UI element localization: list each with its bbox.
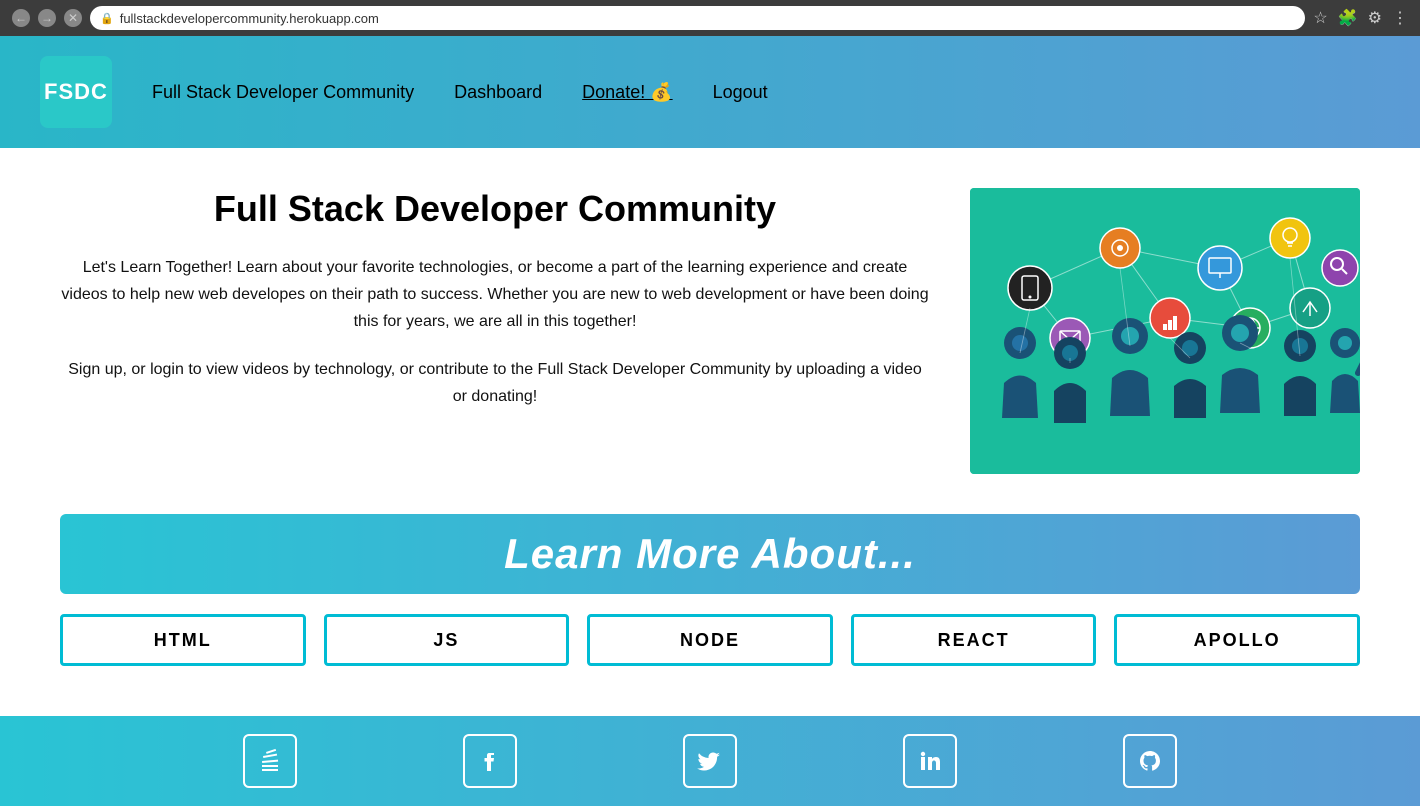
learn-more-text: Learn More About... [504, 530, 916, 578]
linkedin-icon-box[interactable] [903, 734, 957, 788]
star-icon[interactable]: ☆ [1313, 8, 1327, 28]
react-button[interactable]: REACT [851, 614, 1097, 666]
settings-icon[interactable]: ⚙ [1368, 8, 1382, 28]
learn-more-banner: Learn More About... [60, 514, 1360, 594]
content-left: Full Stack Developer Community Let's Lea… [60, 188, 930, 430]
hero-description-2: Sign up, or login to view videos by tech… [60, 356, 930, 410]
logo-text: FSDC [44, 79, 108, 105]
node-button[interactable]: NODE [587, 614, 833, 666]
lock-icon: 🔒 [100, 12, 114, 25]
logo[interactable]: FSDC [40, 56, 112, 128]
back-button[interactable]: ← [12, 9, 30, 27]
footer [0, 716, 1420, 806]
html-button[interactable]: HTML [60, 614, 306, 666]
apollo-button[interactable]: APOLLO [1114, 614, 1360, 666]
menu-icon[interactable]: ⋮ [1392, 8, 1408, 28]
url-text: fullstackdevelopercommunity.herokuapp.co… [120, 11, 379, 26]
stackoverflow-icon-box[interactable] [243, 734, 297, 788]
hero-image [970, 188, 1360, 474]
main-content: Full Stack Developer Community Let's Lea… [0, 148, 1420, 514]
nav-links: Full Stack Developer Community Dashboard… [152, 82, 768, 103]
nav-logout[interactable]: Logout [713, 82, 768, 103]
extension-icon[interactable]: 🧩 [1338, 8, 1358, 28]
browser-toolbar-icons: ☆ 🧩 ⚙ ⋮ [1313, 8, 1408, 28]
hero-title: Full Stack Developer Community [60, 188, 930, 230]
forward-button[interactable]: → [38, 9, 56, 27]
browser-chrome: ← → ✕ 🔒 fullstackdevelopercommunity.hero… [0, 0, 1420, 36]
nav-donate[interactable]: Donate! 💰 [582, 82, 672, 103]
facebook-icon-box[interactable] [463, 734, 517, 788]
tech-buttons: HTML JS NODE REACT APOLLO [60, 614, 1360, 666]
js-button[interactable]: JS [324, 614, 570, 666]
address-bar[interactable]: 🔒 fullstackdevelopercommunity.herokuapp.… [90, 6, 1305, 30]
nav-dashboard[interactable]: Dashboard [454, 82, 542, 103]
close-button[interactable]: ✕ [64, 9, 82, 27]
github-icon-box[interactable] [1123, 734, 1177, 788]
learn-more-section: Learn More About... HTML JS NODE REACT A… [0, 514, 1420, 696]
navbar: FSDC Full Stack Developer Community Dash… [0, 36, 1420, 148]
twitter-icon-box[interactable] [683, 734, 737, 788]
content-right [970, 188, 1360, 474]
hero-description-1: Let's Learn Together! Learn about your f… [60, 254, 930, 336]
nav-site-title[interactable]: Full Stack Developer Community [152, 82, 414, 103]
